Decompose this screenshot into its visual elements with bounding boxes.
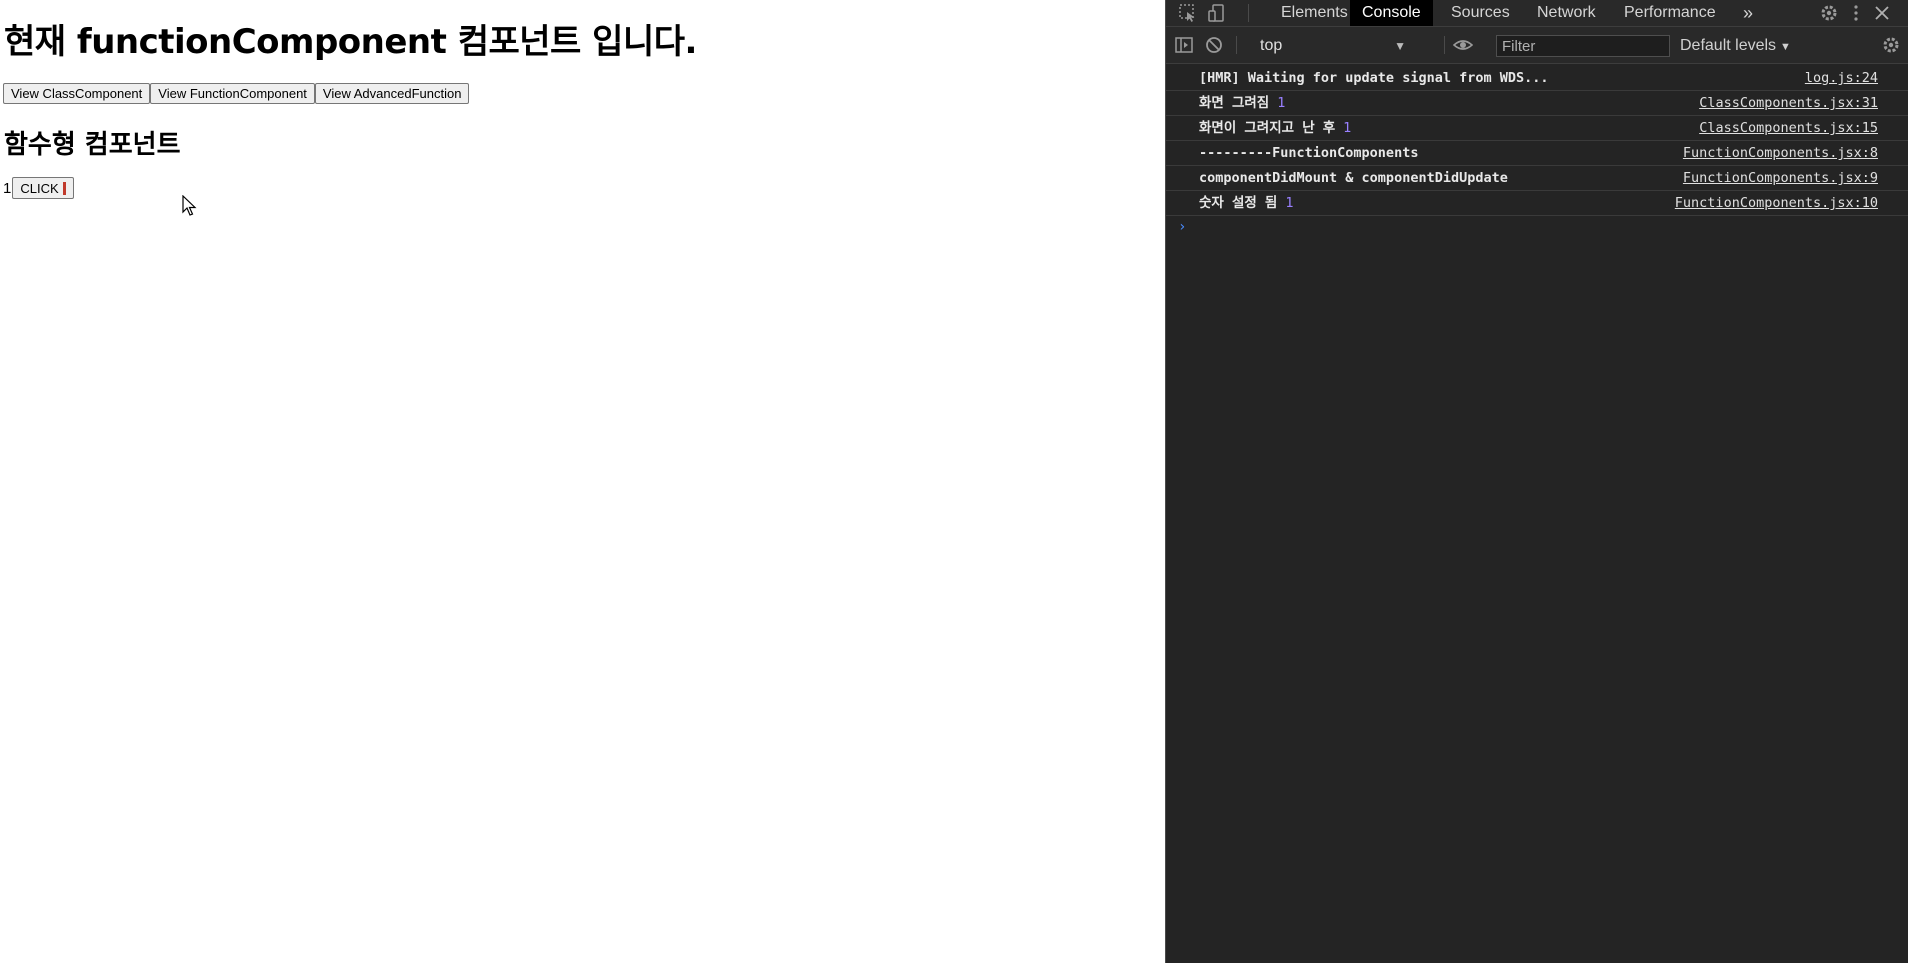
live-expression-eye-icon[interactable] (1453, 35, 1473, 55)
console-settings-gear-icon[interactable] (1881, 35, 1901, 55)
counter-row: 1 CLICK (3, 177, 74, 199)
log-number: 1 (1285, 195, 1294, 211)
console-prompt[interactable]: › (1166, 216, 1908, 238)
log-message: 화면 그려짐 (1199, 95, 1270, 111)
log-row: ---------FunctionComponents FunctionComp… (1166, 141, 1908, 166)
inspect-element-icon[interactable] (1178, 3, 1198, 23)
log-message: ---------FunctionComponents (1199, 145, 1419, 161)
sidebar-toggle-icon[interactable] (1174, 35, 1194, 55)
log-levels-dropdown[interactable]: Default levels ▼ (1680, 36, 1791, 57)
settings-gear-icon[interactable] (1819, 3, 1839, 23)
log-source-link[interactable]: ClassComponents.jsx:31 (1699, 91, 1878, 116)
more-tabs-icon[interactable]: » (1731, 0, 1765, 26)
log-source-link[interactable]: FunctionComponents.jsx:8 (1683, 141, 1878, 166)
page-area: 현재 functionComponent 컴포넌트 입니다. View Clas… (0, 0, 1165, 963)
log-row: 화면 그려짐 1 ClassComponents.jsx:31 (1166, 91, 1908, 116)
mouse-cursor-icon (182, 195, 197, 216)
tab-console[interactable]: Console (1350, 0, 1433, 26)
console-log-list: [HMR] Waiting for update signal from WDS… (1166, 66, 1908, 238)
tab-sources[interactable]: Sources (1439, 0, 1522, 26)
count-value: 1 (3, 179, 12, 197)
dropdown-arrow-icon: ▼ (1780, 41, 1791, 53)
log-levels-label: Default levels (1680, 37, 1777, 54)
tab-elements[interactable]: Elements (1269, 0, 1360, 26)
log-row: 화면이 그려지고 난 후 1 ClassComponents.jsx:15 (1166, 116, 1908, 141)
toolbar-separator (1444, 36, 1445, 54)
tab-performance[interactable]: Performance (1612, 0, 1728, 26)
log-row: [HMR] Waiting for update signal from WDS… (1166, 66, 1908, 91)
console-toolbar: top ▼ Default levels▼ (1166, 27, 1908, 64)
log-source-link[interactable]: log.js:24 (1805, 66, 1878, 91)
view-class-component-button[interactable]: View ClassComponent (3, 83, 151, 104)
device-toolbar-icon[interactable] (1207, 3, 1227, 23)
view-advanced-function-button[interactable]: View AdvancedFunction (314, 83, 470, 104)
clear-console-icon[interactable] (1204, 35, 1224, 55)
prompt-chevron-icon: › (1178, 219, 1187, 235)
log-message: componentDidMount & componentDidUpdate (1199, 170, 1508, 186)
log-number: 1 (1277, 95, 1286, 111)
tabbar-separator (1248, 4, 1249, 22)
click-button[interactable]: CLICK (12, 177, 74, 199)
more-options-icon[interactable] (1846, 3, 1866, 23)
log-number: 1 (1343, 120, 1352, 136)
toolbar-separator (1236, 36, 1237, 54)
log-source-link[interactable]: FunctionComponents.jsx:10 (1675, 191, 1878, 216)
tab-network[interactable]: Network (1525, 0, 1608, 26)
execution-context-select[interactable]: top ▼ (1260, 36, 1420, 56)
log-row: componentDidMount & componentDidUpdate F… (1166, 166, 1908, 191)
section-title: 함수형 컴포넌트 (4, 130, 181, 160)
log-source-link[interactable]: FunctionComponents.jsx:9 (1683, 166, 1878, 191)
execution-context-value: top (1260, 37, 1283, 54)
dropdown-arrow-icon: ▼ (1394, 39, 1406, 53)
view-switch-buttons: View ClassComponent View FunctionCompone… (3, 83, 470, 104)
log-message: 숫자 설정 됨 (1199, 195, 1278, 211)
devtools-panel: Elements Console Sources Network Perform… (1165, 0, 1908, 963)
devtools-tabbar: Elements Console Sources Network Perform… (1166, 0, 1908, 27)
text-caret (62, 181, 66, 195)
close-devtools-icon[interactable] (1872, 3, 1892, 23)
console-filter-input[interactable] (1496, 35, 1670, 57)
page-title: 현재 functionComponent 컴포넌트 입니다. (4, 22, 697, 62)
log-source-link[interactable]: ClassComponents.jsx:15 (1699, 116, 1878, 141)
log-message: 화면이 그려지고 난 후 (1199, 120, 1336, 136)
log-message: [HMR] Waiting for update signal from WDS… (1199, 70, 1549, 86)
view-function-component-button[interactable]: View FunctionComponent (150, 83, 315, 104)
log-row: 숫자 설정 됨 1 FunctionComponents.jsx:10 (1166, 191, 1908, 216)
click-button-label: CLICK (20, 180, 59, 196)
